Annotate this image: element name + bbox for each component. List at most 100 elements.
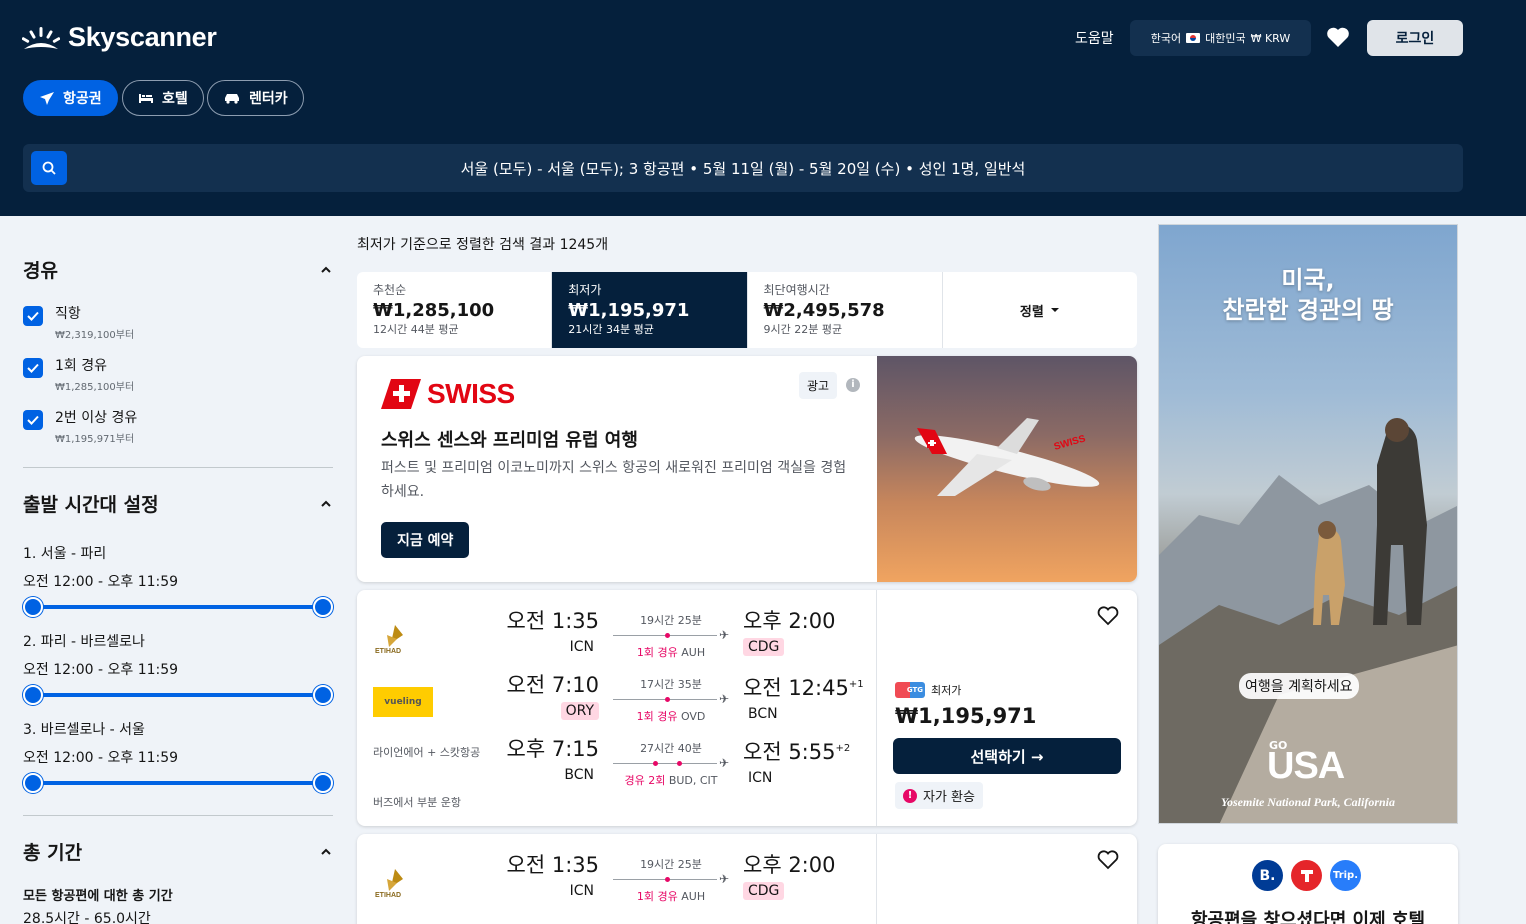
flight-leg: vueling 오전 7:10 ORY 17시간 35분 ✈ 1회 경유 OVD…	[357, 670, 877, 734]
sort-dropdown[interactable]: 정렬	[943, 272, 1137, 348]
duration-range-value: 28.5시간 - 65.0시간	[23, 911, 151, 924]
stop-dot	[665, 697, 670, 702]
checkbox-checked[interactable]	[23, 306, 43, 326]
book-now-button[interactable]: 지금 예약	[381, 522, 470, 558]
checkmark-icon	[27, 415, 39, 425]
stops-filter-header[interactable]: 경유	[23, 256, 333, 283]
swiss-wordmark: SWISS	[427, 378, 515, 409]
slider-handle-end[interactable]	[313, 773, 333, 793]
tab-hotels[interactable]: 호텔	[122, 80, 204, 116]
sort-label: 정렬	[1019, 304, 1044, 320]
leg-duration: 27시간 40분 ✈ 경유 2회 BUD, CIT	[613, 740, 729, 788]
slider-handle-start[interactable]	[23, 597, 43, 617]
sort-tab-best[interactable]: 추천순 ₩1,285,100 12시간 44분 평균	[357, 272, 553, 348]
usa-wordmark: USA	[1267, 745, 1345, 787]
favorites-heart-icon[interactable]	[1326, 26, 1350, 48]
flight-leg: ETIHAD 오전 1:35 ICN 19시간 25분 ✈ 1회 경유 AUH …	[357, 606, 877, 670]
arrival-time-wrap: 오전 12:45+1	[743, 670, 864, 703]
sort-tab-duration: 21시간 34분 평균	[568, 323, 654, 336]
airplane-illustration: SWISS	[914, 418, 1100, 496]
route-line: ✈	[613, 692, 729, 706]
help-link[interactable]: 도움말	[1075, 28, 1114, 48]
ad-caption: Yosemite National Park, California	[1220, 795, 1395, 809]
etihad-logo: ETIHAD	[373, 860, 463, 904]
svg-text:SWISS: SWISS	[1053, 433, 1087, 453]
duration-filter-header[interactable]: 총 기간	[23, 838, 333, 865]
select-button[interactable]: 선택하기 →	[893, 738, 1121, 774]
departure-airport: BCN	[564, 767, 594, 783]
slider-handle-end[interactable]	[313, 597, 333, 617]
stop-option-two-plus[interactable]: 2번 이상 경유 ₩1,195,971부터	[23, 407, 333, 445]
day-offset: +2	[835, 743, 851, 754]
travel-usa-ad[interactable]: 미국, 찬란한 경관의 땅 여행을 계획하세요 GO USA Yosemite …	[1158, 224, 1458, 824]
heart-outline-icon[interactable]	[1097, 606, 1119, 626]
hotel-promo-card[interactable]: B. Trip. 항공편을 찾으셨다면 이제 호텔	[1158, 844, 1458, 924]
login-button[interactable]: 로그인	[1367, 20, 1463, 56]
arrival: 오후 2:00 CDG	[743, 606, 863, 656]
duration-text: 19시간 25분	[640, 858, 702, 871]
time-range-slider[interactable]	[23, 685, 333, 705]
swiss-cross-icon	[381, 379, 421, 409]
chevron-up-icon	[321, 500, 331, 507]
vueling-wordmark: vueling	[373, 687, 433, 717]
times-filter-header[interactable]: 출발 시간대 설정	[23, 490, 333, 517]
stops-info: 1회 경유 OVD	[613, 708, 729, 724]
time-range-slider[interactable]	[23, 597, 333, 617]
slider-track	[33, 693, 323, 697]
sort-tab-duration: 9시간 22분 평균	[763, 323, 843, 336]
locale-selector[interactable]: 한국어 대한민국 ₩ KRW	[1130, 20, 1311, 56]
checkbox-checked[interactable]	[23, 410, 43, 430]
flight-price: ₩1,195,971	[895, 704, 1037, 728]
sort-tab-cheapest[interactable]: 최저가 ₩1,195,971 21시간 34분 평균	[552, 272, 748, 348]
stops-count: 1회 경유	[636, 890, 678, 903]
stop-option-price: ₩1,285,100부터	[55, 382, 135, 393]
ad-headline: 미국, 찬란한 경관의 땅	[1159, 265, 1457, 325]
time-range-route: 2. 파리 - 바르셀로나	[23, 634, 145, 650]
self-transfer-badge[interactable]: ! 자가 환승	[895, 782, 983, 809]
warning-icon: !	[903, 788, 917, 803]
stops-info: 경유 2회 BUD, CIT	[613, 772, 729, 788]
stop-option-one[interactable]: 1회 경유 ₩1,285,100부터	[23, 355, 333, 393]
slider-track	[33, 605, 323, 609]
stop-option-label: 2번 이상 경유	[55, 410, 138, 426]
itinerary-legs: ETIHAD 오전 1:35 ICN 19시간 25분 ✈ 1회 경유 AUH …	[357, 834, 877, 924]
flight-result-card[interactable]: ETIHAD 오전 1:35 ICN 19시간 25분 ✈ 1회 경유 AUH …	[357, 590, 1137, 826]
stop-option-direct[interactable]: 직항 ₩2,319,100부터	[23, 303, 333, 341]
duration-text: 27시간 40분	[640, 742, 702, 755]
partner-logos: B. Trip.	[1252, 860, 1361, 891]
stops-filter-title: 경유	[23, 260, 58, 282]
tab-car-hire[interactable]: 렌터카	[207, 80, 304, 116]
flight-result-card[interactable]: ETIHAD 오전 1:35 ICN 19시간 25분 ✈ 1회 경유 AUH …	[357, 834, 1137, 924]
sort-tab-fastest[interactable]: 최단여행시간 ₩2,495,578 9시간 22분 평균	[748, 272, 943, 348]
stop-option-price: ₩1,195,971부터	[55, 434, 135, 445]
flight-leg: 라이언에어 + 스캇항공 오후 7:15 BCN 27시간 40분 ✈ 경유 2…	[357, 734, 877, 798]
info-icon[interactable]: i	[846, 378, 860, 392]
arrival: 오후 2:00 CDG	[743, 850, 863, 900]
time-range-slider[interactable]	[23, 773, 333, 793]
heart-outline-icon[interactable]	[1097, 850, 1119, 870]
duration-text: 17시간 35분	[640, 678, 702, 691]
sponsored-ad-card[interactable]: SWISS 광고 i 스위스 센스와 프리미엄 유럽 여행 퍼스트 및 프리미엄…	[357, 356, 1137, 582]
departure-time: 오전 1:35	[506, 609, 599, 633]
skyscanner-logo[interactable]: Skyscanner	[22, 22, 217, 53]
search-summary-bar[interactable]: 서울 (모두) - 서울 (모두); 3 항공편 • 5월 11일 (월) - …	[23, 144, 1463, 192]
hotel-building-icon	[1300, 869, 1313, 882]
etihad-wordmark: ETIHAD	[375, 892, 401, 899]
plane-icon: ✈	[718, 756, 729, 770]
arrival-time: 오후 2:00	[743, 853, 836, 877]
checkmark-icon	[27, 311, 39, 321]
slider-handle-end[interactable]	[313, 685, 333, 705]
slider-handle-start[interactable]	[23, 773, 43, 793]
checkbox-checked[interactable]	[23, 358, 43, 378]
tab-flights[interactable]: 항공권	[23, 80, 118, 116]
multi-airline-label: 라이언에어 + 스캇항공	[373, 746, 481, 759]
stops-via: AUH	[681, 646, 706, 659]
leg-duration: 19시간 25분 ✈ 1회 경유 AUH	[613, 856, 729, 904]
sort-tab-price: ₩1,195,971	[568, 300, 690, 321]
plan-trip-pill[interactable]: 여행을 계획하세요	[1239, 673, 1359, 699]
price-panel: GTG 최저가 ₩1,195,971 선택하기 → ! 자가 환승	[877, 590, 1137, 826]
departure-time: 오후 7:15	[506, 737, 599, 761]
self-transfer-label: 자가 환승	[923, 790, 975, 805]
slider-handle-start[interactable]	[23, 685, 43, 705]
route-line: ✈	[613, 872, 729, 886]
